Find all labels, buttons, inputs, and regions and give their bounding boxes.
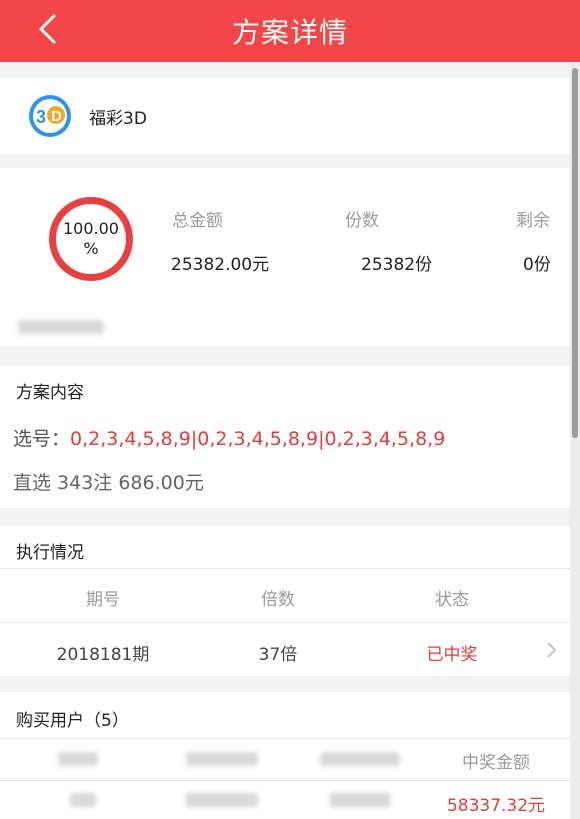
shares-label: 份数	[345, 211, 379, 231]
blurred-header	[186, 752, 258, 766]
initiator-row	[0, 308, 570, 346]
chevron-right-icon	[547, 642, 557, 658]
selected-numbers: 选号：0,2,3,4,5,8,9|0,2,3,4,5,8,9|0,2,3,4,5…	[13, 424, 445, 451]
numbers-label: 选号：	[13, 428, 71, 450]
remaining-value: 0份	[523, 255, 551, 275]
prize-value: 58337.32元	[446, 796, 546, 816]
plan-content-card: 方案内容 选号：0,2,3,4,5,8,9|0,2,3,4,5,8,9|0,2,…	[0, 366, 570, 508]
blurred-header	[58, 752, 98, 766]
issue-header: 期号	[86, 590, 120, 610]
buyer-row: 58337.32元	[0, 781, 570, 819]
lottery-card: 3 D 福彩3D	[0, 78, 570, 154]
blurred-user	[70, 793, 96, 807]
lottery-name: 福彩3D	[89, 108, 147, 129]
prize-header: 中奖金额	[462, 753, 530, 773]
blurred-initiator	[18, 320, 104, 334]
lottery-logo-icon: 3 D	[29, 95, 71, 137]
buyers-card: 购买用户（5） 中奖金额 58337.32元	[0, 692, 570, 819]
divider	[0, 568, 570, 569]
progress-percent-sign: %	[83, 239, 99, 258]
blurred-shares	[330, 793, 390, 807]
numbers-value: 0,2,3,4,5,8,9|0,2,3,4,5,8,9|0,2,3,4,5,8,…	[70, 428, 446, 450]
shares-value: 25382份	[361, 255, 433, 275]
svg-text:3: 3	[36, 107, 46, 127]
svg-text:D: D	[51, 108, 62, 125]
bet-info: 直选 343注 686.00元	[13, 472, 204, 494]
multiple-value: 37倍	[258, 645, 298, 665]
issue-value: 2018181期	[56, 645, 150, 665]
remaining-label: 剩余	[516, 211, 550, 231]
scrollbar-thumb[interactable]	[572, 68, 578, 438]
status-header: 状态	[435, 590, 469, 610]
execution-row[interactable]: 2018181期 37倍 已中奖	[0, 623, 570, 675]
execution-card: 执行情况 期号 倍数 状态 2018181期 37倍 已中奖	[0, 526, 570, 676]
progress-percent: 100.00	[63, 219, 119, 238]
buyers-title: 购买用户（5）	[16, 711, 129, 731]
total-amount-label: 总金额	[172, 211, 223, 231]
blurred-header	[320, 752, 400, 766]
execution-title: 执行情况	[16, 543, 84, 563]
plan-detail-page: 方案详情 3 D 福彩3D 100.00 % 总金额 25382.00元 份数 …	[0, 0, 580, 819]
divider	[0, 738, 570, 739]
blurred-amount	[186, 793, 258, 807]
back-button[interactable]	[30, 12, 64, 46]
page-title: 方案详情	[231, 16, 348, 49]
chevron-left-icon	[39, 14, 56, 44]
total-amount-value: 25382.00元	[171, 255, 270, 275]
plan-content-title: 方案内容	[16, 383, 84, 403]
header-bar: 方案详情	[0, 0, 580, 62]
scrollbar[interactable]	[570, 62, 580, 819]
status-value: 已中奖	[426, 645, 478, 665]
progress-card: 100.00 % 总金额 25382.00元 份数 25382份 剩余 0份	[0, 168, 570, 308]
progress-ring: 100.00 %	[49, 197, 133, 281]
multiple-header: 倍数	[261, 590, 295, 610]
